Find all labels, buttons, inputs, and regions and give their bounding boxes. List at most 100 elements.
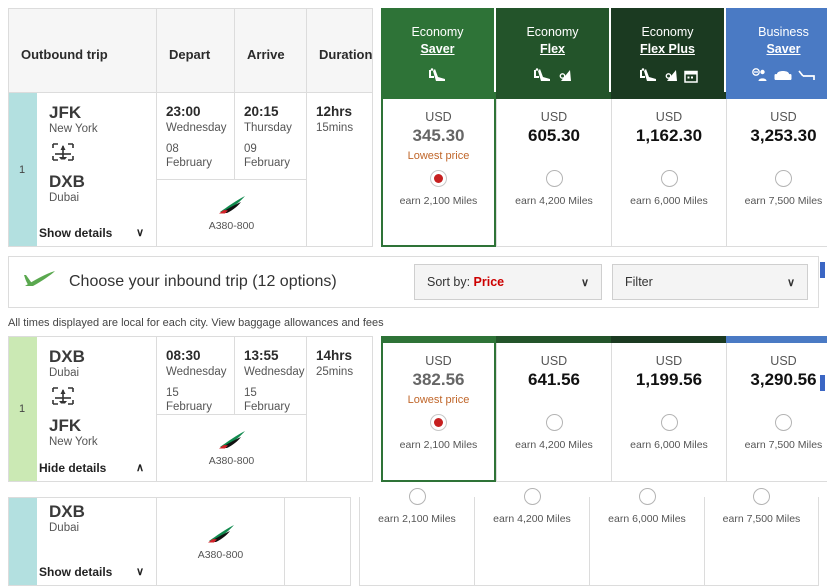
emirates-logo-icon <box>218 431 245 449</box>
destination-code: JFK <box>49 416 82 435</box>
nonstop-flight-icon <box>50 386 156 413</box>
inbound-fare-cell-economy-saver[interactable]: USD 382.56 Lowest price earn 2,100 Miles <box>381 336 496 482</box>
outbound-times-block: 23:00 Wednesday 08 February 20:15 Thursd… <box>156 92 306 247</box>
fare-price-body[interactable]: USD 605.30 earn 4,200 Miles <box>496 99 611 247</box>
outbound-fare-cell-economy-flex-plus[interactable]: USD 1,162.30 earn 6,000 Miles <box>611 92 726 247</box>
depart-day: Wednesday <box>166 122 227 134</box>
inbound-partial-fare-business-saver[interactable]: earn 7,500 Miles <box>704 488 819 586</box>
aircraft-cell: A380-800 <box>156 415 306 482</box>
fare-radio-button[interactable] <box>408 488 426 505</box>
fare-price-body[interactable]: USD 3,253.30 earn 7,500 Miles <box>726 99 827 247</box>
fare-tier-label: Flex Plus <box>640 42 695 56</box>
local-times-notice[interactable]: All times displayed are local for each c… <box>0 308 827 336</box>
hide-details-toggle[interactable]: Hide details ∧ <box>9 454 156 481</box>
earn-miles-label: earn 4,200 Miles <box>515 439 593 451</box>
outbound-fare-cell-economy-saver[interactable]: USD 345.30 Lowest price earn 2,100 Miles <box>381 92 496 247</box>
inbound-fare-cell-economy-flex-plus[interactable]: USD 1,199.56 earn 6,000 Miles <box>611 336 726 482</box>
fare-radio-button[interactable] <box>753 488 770 505</box>
fare-header-economy-flex[interactable]: Economy Flex <box>496 8 611 100</box>
scrollbar-thumb-top[interactable] <box>820 262 825 278</box>
fare-radio-button[interactable] <box>638 488 656 505</box>
fare-cabin-label: Economy <box>526 25 579 39</box>
outbound-table-header: Outbound trip Depart Arrive Duration Eco… <box>0 0 827 100</box>
fare-radio-button[interactable] <box>545 414 563 431</box>
fare-header-economy-saver[interactable]: Economy Saver <box>381 8 496 100</box>
emirates-logo-icon <box>207 524 234 542</box>
show-details-toggle[interactable]: Show details ∨ <box>9 558 156 585</box>
filter-dropdown[interactable]: Filter ∨ <box>612 264 808 300</box>
fare-price-body[interactable]: USD 3,290.56 earn 7,500 Miles <box>726 343 827 482</box>
fare-radio-button[interactable] <box>523 488 541 505</box>
origin-city: Dubai <box>49 522 80 534</box>
origin-city: Dubai <box>49 367 80 379</box>
fare-cabin-label: Economy <box>641 25 694 39</box>
fare-radio-button[interactable] <box>775 170 792 187</box>
price-amount: 605.30 <box>528 126 580 145</box>
fare-cabin-label: Economy <box>411 25 464 39</box>
depart-date: 08 February <box>166 143 213 169</box>
inbound-fare-cell-business-saver[interactable]: USD 3,290.56 earn 7,500 Miles <box>726 336 827 482</box>
header-arrive: Arrive <box>234 8 306 100</box>
priority-icon <box>751 68 766 81</box>
currency-label: USD <box>425 110 452 124</box>
earn-miles-label: earn 6,000 Miles <box>608 513 686 525</box>
outbound-fare-cell-business-saver[interactable]: USD 3,253.30 earn 7,500 Miles <box>726 92 827 247</box>
fare-color-strip <box>611 92 726 99</box>
inbound-trip-banner: Choose your inbound trip (12 options) So… <box>8 256 819 308</box>
currency-label: USD <box>770 110 797 124</box>
flight-selection-page: Outbound trip Depart Arrive Duration Eco… <box>0 0 827 586</box>
chevron-down-icon: ∨ <box>135 566 144 578</box>
fare-radio-button[interactable] <box>660 414 678 431</box>
fare-icon-group <box>751 68 816 83</box>
outbound-fare-cell-economy-flex[interactable]: USD 605.30 earn 4,200 Miles <box>496 92 611 247</box>
fare-radio-button[interactable] <box>430 170 447 187</box>
row-spacer <box>351 497 359 586</box>
fare-radio-button[interactable] <box>545 170 563 187</box>
fare-price-body[interactable]: USD 1,162.30 earn 6,000 Miles <box>611 99 726 247</box>
inbound-fare-cell-economy-flex[interactable]: USD 641.56 earn 4,200 Miles <box>496 336 611 482</box>
arrive-day: Wednesday <box>244 366 305 378</box>
inbound-partial-fare-economy-flex[interactable]: earn 4,200 Miles <box>474 488 589 586</box>
fare-header-economy-flex-plus[interactable]: Economy Flex Plus <box>611 8 726 100</box>
earn-miles-label: earn 4,200 Miles <box>515 195 593 207</box>
inbound-partial-fare-economy-saver[interactable]: earn 2,100 Miles <box>359 488 474 586</box>
destination-city: New York <box>49 436 98 448</box>
emirates-logo-icon <box>218 196 245 214</box>
fare-icon-group <box>427 68 448 83</box>
row-index: 1 <box>19 163 26 176</box>
lowest-price-badge: Lowest price <box>407 394 470 406</box>
fare-header-business-saver[interactable]: Business Saver <box>726 8 827 100</box>
fare-price-body[interactable]: USD 345.30 Lowest price earn 2,100 Miles <box>381 99 496 247</box>
earn-miles-label: earn 2,100 Miles <box>399 439 478 451</box>
destination-code: DXB <box>49 172 85 191</box>
fare-color-strip <box>496 92 611 99</box>
header-duration-label: Duration <box>319 46 373 62</box>
fare-price-body[interactable]: USD 382.56 Lowest price earn 2,100 Miles <box>381 343 496 482</box>
inbound-trip-summary: 1 DXB Dubai JFK New York Hide details ∧ <box>8 336 156 482</box>
duration-hours: 14hrs <box>316 348 353 363</box>
nonstop-flight-icon <box>50 142 156 169</box>
show-details-toggle[interactable]: Show details ∨ <box>9 219 156 246</box>
origin-code: DXB <box>49 347 85 366</box>
fare-radio-button[interactable] <box>430 414 447 431</box>
fare-price-body[interactable]: USD 1,199.56 earn 6,000 Miles <box>611 343 726 482</box>
currency-label: USD <box>770 354 797 368</box>
row-index: 1 <box>19 403 26 415</box>
duration-minutes: 15mins <box>316 122 354 134</box>
fare-color-strip <box>381 336 496 343</box>
price-amount: 1,162.30 <box>635 126 703 145</box>
price-amount: 382.56 <box>412 370 465 389</box>
fare-radio-button[interactable] <box>775 414 792 431</box>
chevron-down-icon: ∨ <box>135 227 144 239</box>
fare-radio-button[interactable] <box>660 170 678 187</box>
earn-miles-label: earn 4,200 Miles <box>493 513 571 525</box>
seat-icon <box>639 68 656 81</box>
depart-cell: 23:00 Wednesday 08 February <box>156 92 234 180</box>
scrollbar-thumb-bottom[interactable] <box>820 375 825 391</box>
aircraft-cell: A380-800 <box>156 180 306 247</box>
fare-price-body[interactable]: USD 641.56 earn 4,200 Miles <box>496 343 611 482</box>
header-depart: Depart <box>156 8 234 100</box>
inbound-partial-fare-economy-flex-plus[interactable]: earn 6,000 Miles <box>589 488 704 586</box>
earn-miles-label: earn 7,500 Miles <box>722 513 801 525</box>
sort-by-dropdown[interactable]: Sort by: Price ∨ <box>414 264 602 300</box>
